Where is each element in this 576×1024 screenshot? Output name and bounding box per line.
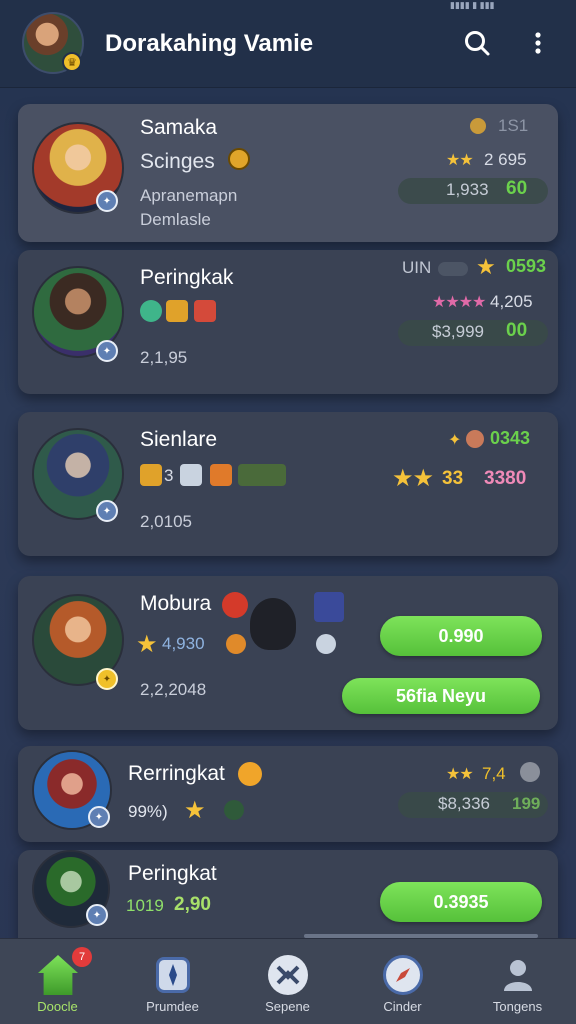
card-icon [156, 957, 190, 993]
crown-badge-icon: ♛ [62, 52, 82, 72]
hero-name: Mobura [140, 592, 212, 615]
rank-green: 0593 [506, 256, 547, 276]
power-value: 2,2,2048 [140, 680, 207, 699]
nav-item-battle[interactable]: Sepene [230, 939, 345, 1024]
star-rating-icon: ★★★★ [432, 294, 486, 311]
star-icon: ★ [476, 254, 496, 279]
notification-badge: 7 [72, 947, 92, 967]
tag-label: UIN [402, 258, 432, 277]
status-indicator: ▮▮▮▮ ▮ ▮▮▮ [450, 0, 495, 10]
compass-icon [383, 955, 423, 995]
pink-value: 3380 [484, 468, 527, 489]
hero-description: Apranemapn [140, 186, 238, 205]
hero-name: Peringkat [128, 862, 217, 885]
gem-icon [466, 430, 484, 448]
item-icon [140, 300, 162, 322]
burst-icon [222, 592, 248, 618]
emblem-icon [520, 762, 540, 782]
face-emoji-icon [228, 148, 250, 170]
nav-label: Sepene [265, 999, 310, 1014]
item-icon [166, 300, 188, 322]
score-value: 7,4 [482, 764, 506, 783]
profile-icon [498, 955, 538, 995]
hero-name: Sienlare [140, 428, 218, 451]
search-button[interactable] [462, 28, 492, 58]
hero-name: Rerringkat [128, 762, 225, 785]
nav-label: Tongens [492, 999, 543, 1014]
nav-item-profile[interactable]: Tongens [460, 939, 575, 1024]
class-badge-icon: ✦ [88, 806, 110, 828]
class-badge-icon: ✦ [96, 668, 118, 690]
value-gray: $8,336 [438, 794, 490, 813]
coin-icon [238, 762, 262, 786]
star-icon: ★ [136, 631, 157, 658]
score-value: 4,205 [490, 292, 533, 311]
star-rating-icon: ★★ [446, 152, 474, 169]
more-vertical-icon [535, 32, 541, 54]
ranking-card[interactable]: ✦ Rerringkat 99%) ★ ★★ 7,4 $8,336 199 [18, 746, 558, 842]
primary-action-button[interactable]: 0.990 [380, 616, 542, 656]
helmet-icon [250, 598, 296, 650]
star-rating-icon: ★★ [446, 766, 474, 783]
shield-icon [268, 955, 308, 995]
hero-description-2: Demlasle [140, 210, 211, 229]
stat-value-b: 2,90 [174, 894, 211, 915]
burst-icon [226, 634, 246, 654]
item-count: 3 [164, 466, 174, 485]
nav-item-explore[interactable]: Cinder [345, 939, 460, 1024]
tag-bar [438, 262, 468, 276]
hero-name: Samaka [140, 116, 218, 139]
ranking-card[interactable]: ✦ Sienlare 3 2,0105 ✦ 0343 ★★ 33 3380 [18, 412, 558, 556]
rank-small: 1S1 [498, 116, 529, 135]
class-badge-icon: ✦ [96, 500, 118, 522]
stat-value-a: 1019 [126, 896, 164, 915]
nav-label: Doocle [37, 999, 78, 1014]
class-badge-icon: ✦ [96, 340, 118, 362]
nav-label: Prumdee [146, 999, 199, 1014]
item-icon [194, 300, 216, 322]
gear-icon [470, 118, 486, 134]
item-icon [210, 464, 232, 486]
top-app-bar: ▮▮▮▮ ▮ ▮▮▮ ♛ Dorakahing Vamie [0, 0, 576, 88]
star-icon: ★ [184, 797, 205, 824]
star-rating-icon: ★★ [392, 465, 434, 492]
secondary-action-button[interactable]: 56fia Neyu [342, 678, 540, 714]
rating-value: 4,930 [162, 634, 205, 653]
value-gray: $3,999 [432, 322, 484, 341]
more-options-button[interactable] [528, 28, 548, 58]
rank-green: 0343 [490, 428, 531, 448]
score-value: 2 695 [484, 150, 527, 169]
hero-subtitle: Scinges [140, 150, 215, 173]
class-badge-icon: ✦ [96, 190, 118, 212]
percent-value: 99%) [128, 802, 168, 821]
nav-label: Cinder [383, 999, 422, 1014]
value-green: 00 [506, 320, 528, 341]
ranking-card[interactable]: ✦ Samaka Scinges Apranemapn Demlasle 1S1… [18, 104, 558, 242]
sparkle-icon [224, 800, 244, 820]
item-icon [238, 464, 286, 486]
power-value: 2,0105 [140, 512, 192, 531]
power-value: 2,1,95 [140, 348, 188, 367]
ranking-card[interactable]: ✦ Peringkat 1019 2,90 0.3935 [18, 850, 558, 940]
hero-name: Peringkak [140, 266, 234, 289]
item-icon [314, 592, 344, 622]
nav-item-home[interactable]: 7 Doocle [0, 939, 115, 1024]
item-icon [180, 464, 202, 486]
value-green: 60 [506, 178, 528, 199]
class-badge-icon: ✦ [86, 904, 108, 926]
nav-item-cards[interactable]: Prumdee [115, 939, 230, 1024]
item-icon [316, 634, 336, 654]
value-gray: 1,933 [446, 180, 489, 199]
primary-action-button[interactable]: 0.3935 [380, 882, 542, 922]
search-icon [465, 31, 490, 56]
star-icon: ✦ [448, 432, 461, 449]
item-icon [140, 464, 162, 486]
ranking-card[interactable]: ✦ Peringkak 2,1,95 UIN ★ 0593 ★★★★ 4,205… [18, 250, 558, 394]
ranking-card[interactable]: ✦ Mobura ★ 4,930 2,2,2048 0.990 56fia Ne… [18, 576, 558, 730]
value-green: 199 [512, 794, 541, 813]
page-title: Dorakahing Vamie [105, 30, 314, 57]
stars-value: 33 [442, 468, 464, 489]
bottom-navigation: 7 Doocle Prumdee Sepene Cinder Tongens [0, 938, 576, 1024]
